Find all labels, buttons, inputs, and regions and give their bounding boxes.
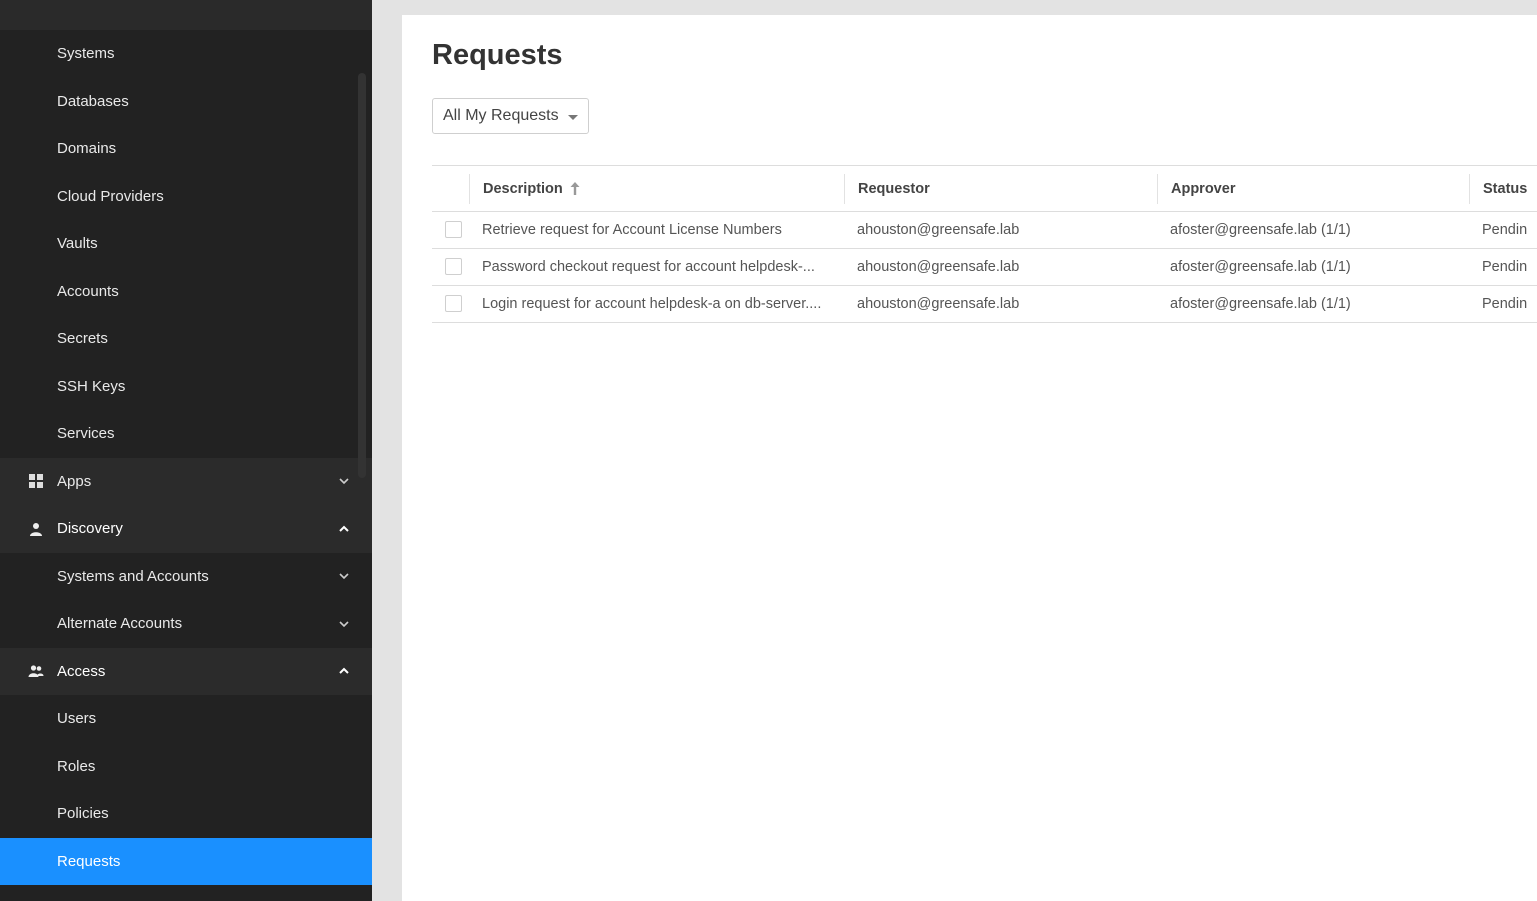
sidebar-item-label: Alternate Accounts — [57, 615, 183, 633]
chevron-down-icon — [338, 570, 350, 582]
sidebar-group-access[interactable]: Access — [0, 647, 372, 695]
sidebar-item-label: Vaults — [57, 235, 98, 253]
column-header-approver[interactable]: Approver — [1171, 166, 1235, 211]
sidebar-group-apps[interactable]: Apps — [0, 457, 372, 505]
sidebar-item-label: Requests — [57, 852, 121, 870]
apps-grid-icon — [27, 472, 45, 490]
sidebar-item-accounts[interactable]: Accounts — [0, 268, 372, 316]
column-header-requestor[interactable]: Requestor — [858, 166, 930, 211]
sidebar-item-users[interactable]: Users — [0, 695, 372, 743]
sidebar-item-label: Users — [57, 710, 97, 728]
sidebar-item-label: Accounts — [57, 282, 119, 300]
sidebar-group-discovery[interactable]: Discovery — [0, 505, 372, 553]
discovery-icon — [27, 520, 45, 538]
sidebar-group-label: Discovery — [57, 520, 123, 538]
cell-description: Retrieve request for Account License Num… — [482, 222, 782, 238]
cell-requestor: ahouston@greensafe.lab — [857, 296, 1020, 312]
sidebar-item-roles[interactable]: Roles — [0, 743, 372, 791]
requests-table: Description Requestor Approver Status Re… — [432, 165, 1537, 323]
sidebar: Systems Databases Domains Cloud Provider… — [0, 0, 372, 901]
sidebar-item-policies[interactable]: Policies — [0, 790, 372, 838]
sidebar-scrollbar[interactable] — [358, 73, 366, 478]
column-divider — [1469, 174, 1470, 204]
sidebar-item-alternate-accounts[interactable]: Alternate Accounts — [0, 600, 372, 648]
table-row[interactable]: Password checkout request for account he… — [432, 249, 1537, 286]
chevron-down-icon — [338, 475, 350, 487]
column-header-label: Requestor — [858, 180, 930, 197]
sidebar-item-label: Services — [57, 425, 115, 443]
table-row[interactable]: Retrieve request for Account License Num… — [432, 212, 1537, 249]
sidebar-item-label: Systems and Accounts — [57, 567, 209, 585]
cell-approver: afoster@greensafe.lab (1/1) — [1170, 259, 1351, 275]
sidebar-item-domains[interactable]: Domains — [0, 125, 372, 173]
sidebar-item-cloud-providers[interactable]: Cloud Providers — [0, 173, 372, 221]
cell-requestor: ahouston@greensafe.lab — [857, 222, 1020, 238]
row-checkbox[interactable] — [445, 221, 462, 238]
sidebar-item-requests[interactable]: Requests — [0, 837, 372, 885]
sidebar-item-label: Systems — [57, 45, 115, 63]
request-filter-select[interactable]: All My Requests — [432, 98, 589, 134]
cell-description: Login request for account helpdesk-a on … — [482, 296, 822, 312]
sidebar-item-label: Roles — [57, 757, 96, 775]
sidebar-item-databases[interactable]: Databases — [0, 78, 372, 126]
cell-requestor: ahouston@greensafe.lab — [857, 259, 1020, 275]
table-row[interactable]: Login request for account helpdesk-a on … — [432, 286, 1537, 323]
row-checkbox[interactable] — [445, 295, 462, 312]
sidebar-item-label: Cloud Providers — [57, 187, 164, 205]
chevron-down-icon — [338, 618, 350, 630]
table-header: Description Requestor Approver Status — [432, 165, 1537, 212]
column-divider — [1157, 174, 1158, 204]
sidebar-top-band — [0, 0, 372, 30]
sidebar-item-ssh-keys[interactable]: SSH Keys — [0, 363, 372, 411]
cell-approver: afoster@greensafe.lab (1/1) — [1170, 222, 1351, 238]
sidebar-item-label: Databases — [57, 92, 129, 110]
sidebar-item-label: Secrets — [57, 330, 108, 348]
page-title: Requests — [432, 39, 563, 71]
sidebar-item-services[interactable]: Services — [0, 410, 372, 458]
cell-approver: afoster@greensafe.lab (1/1) — [1170, 296, 1351, 312]
sidebar-item-label: Domains — [57, 140, 117, 158]
row-checkbox[interactable] — [445, 258, 462, 275]
sidebar-item-systems-and-accounts[interactable]: Systems and Accounts — [0, 553, 372, 601]
cell-status: Pendin — [1482, 222, 1528, 238]
cell-description: Password checkout request for account he… — [482, 259, 815, 275]
chevron-up-icon — [338, 665, 350, 677]
column-header-description[interactable]: Description — [483, 166, 581, 211]
users-icon — [27, 662, 45, 680]
column-header-label: Approver — [1171, 180, 1236, 197]
request-filter-value: All My Requests — [443, 107, 559, 124]
sidebar-group-label: Access — [57, 662, 106, 680]
column-header-label: Status — [1483, 180, 1528, 197]
sidebar-item-systems[interactable]: Systems — [0, 30, 372, 78]
sort-ascending-icon — [569, 181, 581, 196]
sidebar-item-secrets[interactable]: Secrets — [0, 315, 372, 363]
main-panel: Requests All My Requests Description Req… — [402, 15, 1537, 901]
cell-status: Pendin — [1482, 259, 1528, 275]
caret-down-icon — [568, 115, 578, 120]
sidebar-item-vaults[interactable]: Vaults — [0, 220, 372, 268]
sidebar-item-label: Policies — [57, 805, 109, 823]
column-header-label: Description — [483, 180, 563, 197]
chevron-up-icon — [338, 523, 350, 535]
cell-status: Pendin — [1482, 296, 1528, 312]
column-divider — [469, 174, 470, 204]
column-divider — [844, 174, 845, 204]
sidebar-item-label: SSH Keys — [57, 377, 126, 395]
column-header-status[interactable]: Status — [1483, 166, 1527, 211]
sidebar-group-label: Apps — [57, 472, 92, 490]
